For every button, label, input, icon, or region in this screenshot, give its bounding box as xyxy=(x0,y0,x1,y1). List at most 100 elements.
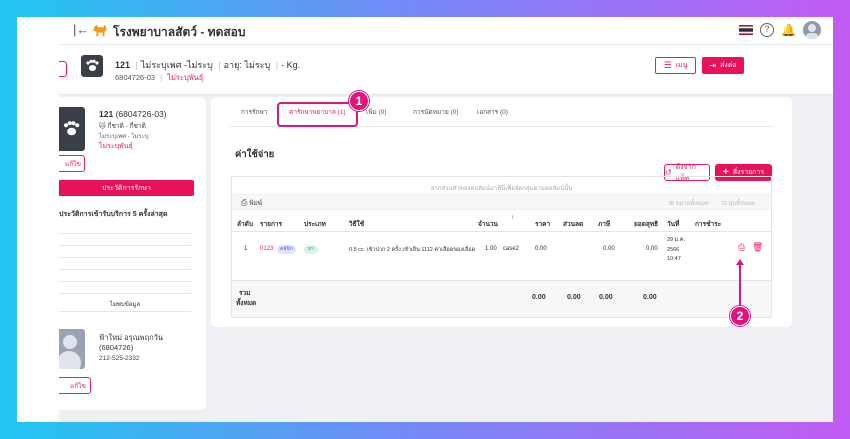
costs-title: ค่าใช้จ่าย xyxy=(235,149,275,160)
tab-treatment[interactable]: การรักษา xyxy=(241,107,267,117)
app-window: |← โรงพยาบาลสัตว์ - ทดสอบ ? 🔔 121 | ไม่ร… xyxy=(59,17,833,422)
print-tool[interactable]: ⎙ พิมพ์ xyxy=(241,198,262,208)
row-date: 29 ม.ค. 2566 xyxy=(667,237,686,253)
expand-icon: ⊞ xyxy=(669,201,675,207)
row-unit: case2 xyxy=(503,246,520,252)
tab-appointments[interactable]: การนัดหมาย (0) xyxy=(413,107,459,117)
col-header-payment[interactable]: การชำระ xyxy=(695,219,721,229)
item-tag: คลินิก xyxy=(277,245,296,254)
total-label-line2: ทั้งหมด xyxy=(236,300,257,307)
pet-gender: ไม่ระบุเพศ - ไม่ระบุ xyxy=(99,134,149,140)
treatment-history-button[interactable]: ประวัติการรักษา xyxy=(59,180,194,196)
patient-id: 121 xyxy=(115,60,131,70)
collapse-icon: ⊟ xyxy=(722,201,728,207)
pet-breed: ไม่ระบุพันธุ์ xyxy=(99,143,133,150)
expand-all-button[interactable]: ⊞ ขยายทั้งหมด xyxy=(669,198,709,208)
total-price: 0.00 xyxy=(532,294,546,301)
edit-pet-button[interactable]: แก้ไข xyxy=(59,155,85,172)
visit-row-divider xyxy=(59,269,191,270)
annotation-arrow-line xyxy=(739,265,741,307)
col-header-tax[interactable]: ภาษี xyxy=(598,219,610,229)
thai-flag-icon[interactable] xyxy=(739,25,754,35)
printer-icon: ⎙ xyxy=(241,198,248,207)
tab-additional[interactable]: เพิ่ม (0) xyxy=(366,107,387,117)
row-delete-icon[interactable]: 🗑 xyxy=(752,242,763,253)
pet-name: 121 (6804726-03) xyxy=(99,109,167,119)
patient-weight: - Kg. xyxy=(281,60,301,70)
paw-icon xyxy=(64,121,80,136)
col-header-qty[interactable]: จำนวน xyxy=(478,219,498,229)
patient-subline: 6804726-03 | ไม่ระบุพันธุ์ xyxy=(115,73,204,82)
row-price: 0.00 xyxy=(535,246,547,252)
discharge-button[interactable]: ⇥ ส่งต่อ xyxy=(702,57,744,74)
owner-phone: 212-525-2332 xyxy=(99,355,140,362)
row-no: 1 xyxy=(244,246,248,252)
tab-documents[interactable]: เอกสาร (0) xyxy=(477,107,508,117)
type-tag: ยา xyxy=(304,245,318,254)
col-header-net[interactable]: ยอดสุทธิ xyxy=(634,219,658,229)
paw-icon xyxy=(86,59,99,71)
menu-icon: ☰ xyxy=(663,60,672,70)
row-usage: 0.5 cc. เข้าปาก 2 ครั้ง เช้าเย็น 1112 ค่… xyxy=(349,247,476,253)
patient-summary: 121 | ไม่ระบุเพศ -ไม่ระบุ | อายุ: ไม่ระบุ … xyxy=(115,60,301,70)
user-avatar[interactable] xyxy=(803,21,821,39)
header-left-button[interactable] xyxy=(59,61,67,77)
total-row xyxy=(232,281,771,317)
row-qty: 1.00 xyxy=(485,246,497,252)
owner-avatar xyxy=(59,329,85,369)
patient-breed: ไม่ระบุพันธุ์ xyxy=(167,73,204,82)
collapse-all-button[interactable]: ⊟ ยุบทั้งหมด xyxy=(722,198,755,208)
table-toolbar: ⎙ พิมพ์ ⊞ ขยายทั้งหมด ⊟ ยุบทั้งหมด xyxy=(232,194,771,210)
group-by-hint: ลากส่วนหัวของคอลัมน์มาที่นี่เพื่อจัดกลุ่… xyxy=(430,186,573,192)
app-frame: |← โรงพยาบาลสัตว์ - ทดสอบ ? 🔔 121 | ไม่ร… xyxy=(17,17,833,422)
total-tax: 0.00 xyxy=(599,294,613,301)
row-print-icon[interactable]: ⎙ xyxy=(738,242,745,253)
app-title: โรงพยาบาลสัตว์ - ทดสอบ xyxy=(113,25,246,39)
main-card: การรักษา ค่ารักษาพยาบาล (1) เพิ่ม (0) กา… xyxy=(211,91,792,327)
patient-hn: 6804726-03 xyxy=(115,73,156,82)
owner-id: (6804726) xyxy=(99,343,134,352)
visit-row-divider xyxy=(59,257,191,258)
pet-avatar xyxy=(81,55,103,77)
col-header-price[interactable]: ราคา xyxy=(535,219,550,229)
back-arrow-icon[interactable]: |← xyxy=(73,22,89,37)
total-net: 0.00 xyxy=(643,294,657,301)
col-header-type[interactable]: ประเภท xyxy=(304,219,326,229)
step-1-badge: 1 xyxy=(349,91,369,111)
total-label-line1: รวม xyxy=(239,290,251,297)
costs-table: ลากส่วนหัวของคอลัมน์มาที่นี่เพื่อจัดกลุ่… xyxy=(231,176,772,326)
row-time: 10:47 xyxy=(667,256,681,262)
visit-row-divider xyxy=(59,233,191,234)
row-item-code[interactable]: 0123 xyxy=(260,246,273,252)
patient-gender: ไม่ระบุเพศ -ไม่ระบุ xyxy=(140,60,213,70)
bell-icon[interactable]: 🔔 xyxy=(781,23,796,37)
visit-row-divider xyxy=(59,293,191,294)
row-tax: 0.00 xyxy=(603,246,615,252)
visit-row-divider xyxy=(59,281,191,282)
pet-photo xyxy=(59,107,85,151)
help-icon[interactable]: ? xyxy=(760,23,775,37)
header-divider xyxy=(232,231,771,232)
menu-button[interactable]: ☰ เมนู xyxy=(655,57,696,74)
no-data-text: ไม่พบข้อมูล xyxy=(109,302,141,308)
visit-row-divider xyxy=(59,245,191,246)
dog-logo-icon xyxy=(93,24,107,37)
col-header-no[interactable]: ลำดับ xyxy=(237,219,253,229)
edit-owner-button[interactable]: แก้ไข xyxy=(59,377,91,394)
sort-icon[interactable]: ↑ xyxy=(511,215,514,221)
exit-icon: ⇥ xyxy=(709,61,717,70)
col-header-date[interactable]: วันที่ xyxy=(667,219,679,229)
tab-highlight-annotation xyxy=(277,102,358,127)
col-header-item[interactable]: รายการ xyxy=(260,219,282,229)
recent-visits-title: ประวัติการเข้ารับบริการ 5 ครั้งล่าสุด xyxy=(59,211,168,218)
pet-species: 🐱 กี่ชาติ - กี่ชาติ xyxy=(99,123,146,130)
patient-age: อายุ: ไม่ระบุ xyxy=(223,60,271,70)
col-header-discount[interactable]: ส่วนลด xyxy=(563,219,583,229)
total-discount: 0.00 xyxy=(567,294,581,301)
col-header-usage[interactable]: วิธีใช้ xyxy=(349,219,364,229)
row-net: 0.00 xyxy=(646,246,658,252)
patient-side-card: 121 (6804726-03) 🐱 กี่ชาติ - กี่ชาติ ไม่… xyxy=(59,97,206,410)
visit-row-divider xyxy=(59,311,191,312)
top-bar: |← โรงพยาบาลสัตว์ - ทดสอบ ? 🔔 xyxy=(59,17,833,45)
step-2-badge: 2 xyxy=(730,306,750,326)
